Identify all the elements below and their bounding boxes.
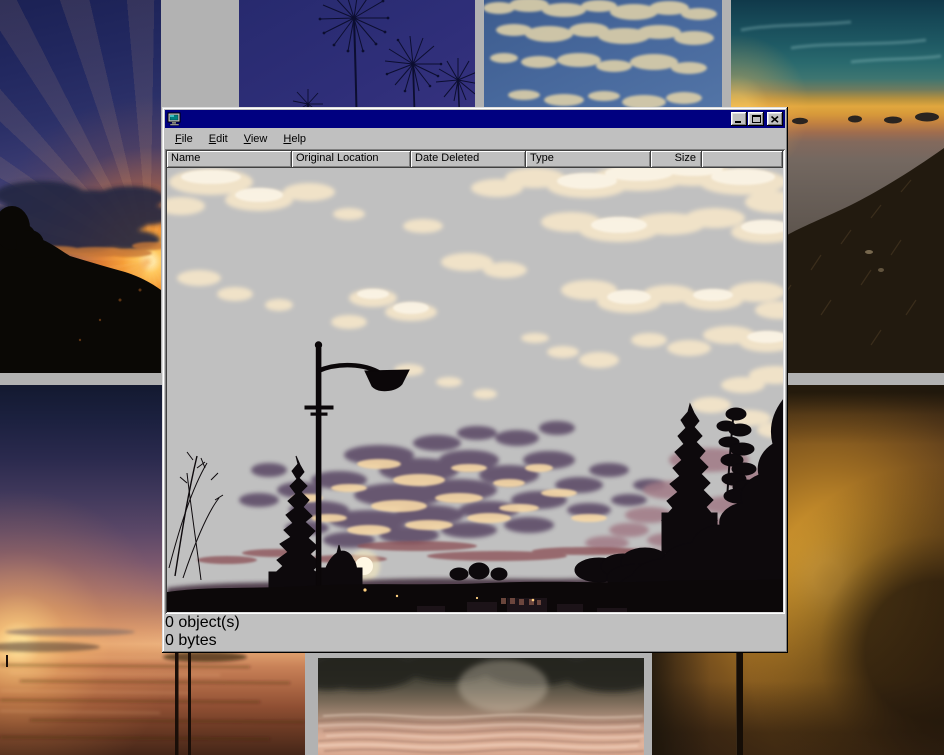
menu-item-help[interactable]: Help <box>280 132 309 146</box>
explorer-window: File Edit View Help Name Original Locati… <box>162 107 788 653</box>
island-silhouettes <box>792 113 939 125</box>
close-icon <box>771 116 779 123</box>
column-headers-row: Name Original Location Date Deleted Type… <box>167 151 783 168</box>
horizon-fog <box>0 642 100 652</box>
column-header-original-location[interactable]: Original Location <box>292 151 411 168</box>
computer-icon <box>167 112 183 126</box>
menu-item-edit[interactable]: Edit <box>206 132 231 146</box>
upper-clouds <box>167 168 783 438</box>
menu-item-view[interactable]: View <box>241 132 271 146</box>
column-header-date-deleted[interactable]: Date Deleted <box>411 151 526 168</box>
wispy-clouds <box>741 22 941 62</box>
silhouettes <box>169 342 783 612</box>
water-streaks <box>0 665 305 739</box>
horizon-cloud-streak <box>5 628 135 636</box>
sunset-lamp-photo[interactable] <box>167 168 783 612</box>
minimize-button[interactable] <box>731 112 747 126</box>
column-header-type[interactable]: Type <box>526 151 651 168</box>
close-button[interactable] <box>767 112 783 126</box>
title-bar[interactable] <box>165 110 785 128</box>
menu-bar: File Edit View Help <box>165 128 785 149</box>
maximize-button[interactable] <box>748 112 764 126</box>
tile-water-reflection <box>318 658 644 755</box>
status-bytes-panel: 0 bytes <box>165 632 785 650</box>
column-header-name[interactable]: Name <box>167 151 292 168</box>
minimize-icon <box>735 121 741 123</box>
status-bar: 0 object(s) 0 bytes <box>165 614 785 650</box>
menu-item-file[interactable]: File <box>172 132 196 146</box>
column-header-size[interactable]: Size <box>651 151 702 168</box>
tile-sunset-rays <box>0 0 161 373</box>
status-objects-panel: 0 object(s) <box>165 614 785 632</box>
lamp-head <box>365 370 409 391</box>
sky-reflection <box>458 660 548 712</box>
maximize-icon <box>752 115 761 123</box>
column-header-blank[interactable] <box>702 151 783 168</box>
list-view: Name Original Location Date Deleted Type… <box>165 149 785 614</box>
